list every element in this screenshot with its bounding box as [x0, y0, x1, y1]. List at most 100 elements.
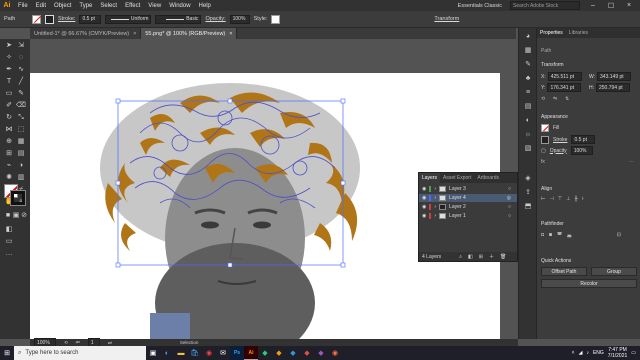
stroke-label[interactable]: Stroke — [553, 137, 567, 143]
new-layer-icon[interactable]: ＋ — [489, 253, 494, 260]
last-artboard-icon[interactable]: ⏭ — [108, 340, 112, 345]
store-icon[interactable]: 🛍 — [188, 346, 202, 360]
offset-path-button[interactable]: Offset Path — [541, 267, 587, 276]
fill-swatch[interactable] — [541, 124, 549, 132]
rotate-view-icon[interactable]: ⟲ — [64, 340, 68, 346]
draw-mode-icon[interactable]: ◧ — [4, 225, 14, 235]
clock[interactable]: 7:47 PM 7/1/2021 — [608, 347, 627, 359]
artboards-panel-icon[interactable]: ⬒ — [523, 202, 533, 212]
stroke-panel-icon[interactable]: ≡ — [523, 88, 533, 98]
target-icon[interactable]: ○ — [508, 186, 511, 192]
layer-name[interactable]: Layer 2 — [449, 204, 466, 210]
mesh-tool-icon[interactable]: ⊞ — [4, 149, 14, 159]
variable-width-profile[interactable]: Uniform — [105, 14, 152, 24]
taskbar-search[interactable]: ⌕ Type here to search — [14, 346, 146, 360]
direct-selection-tool-icon[interactable]: ⇲ — [16, 41, 26, 51]
app-icon-2[interactable]: ◆ — [272, 346, 286, 360]
menu-view[interactable]: View — [144, 3, 165, 9]
workspace-switcher[interactable]: Essentials Classic — [458, 3, 502, 9]
symbol-sprayer-icon[interactable]: ✺ — [4, 173, 14, 183]
fill-swatch[interactable] — [32, 14, 42, 24]
layer-name[interactable]: Layer 1 — [449, 213, 466, 219]
stroke-label[interactable]: Stroke: — [58, 16, 75, 22]
menu-select[interactable]: Select — [96, 3, 121, 9]
pen-tool-icon[interactable]: ✒ — [4, 65, 14, 75]
flip-horizontal-icon[interactable]: ⇋ — [553, 96, 557, 102]
align-bottom-icon[interactable]: ⊦ — [582, 196, 585, 202]
volume-icon[interactable]: ♪ — [586, 350, 589, 356]
eyedropper-icon[interactable]: ⌁ — [4, 161, 14, 171]
fill-row[interactable]: Fill — [541, 124, 559, 132]
task-view-icon[interactable]: ▣ — [146, 346, 160, 360]
first-artboard-icon[interactable]: ⏮ — [76, 340, 80, 345]
selection-tool-icon[interactable]: ➤ — [4, 41, 14, 51]
opacity-label[interactable]: Opacity — [550, 148, 567, 154]
visibility-icon[interactable]: ◉ — [422, 204, 426, 210]
layer-row[interactable]: ◉ › Layer 1 ○ — [419, 212, 517, 220]
expand-chevron-icon[interactable]: › — [434, 204, 436, 210]
tab-close-icon[interactable]: × — [133, 31, 136, 37]
opacity-label[interactable]: Opacity: — [205, 16, 225, 22]
target-icon[interactable]: ○ — [508, 204, 511, 210]
unite-icon[interactable]: ◘ — [541, 232, 544, 238]
delete-layer-icon[interactable]: 🗑 — [500, 254, 506, 260]
edge-icon[interactable]: ◐ — [160, 346, 174, 360]
appearance-panel-icon[interactable]: ☼ — [523, 130, 533, 140]
visibility-icon[interactable]: ◉ — [422, 186, 426, 192]
transparency-panel-icon[interactable]: ◐ — [523, 116, 533, 126]
chrome-icon[interactable]: ◉ — [202, 346, 216, 360]
fx-icon[interactable]: fx — [541, 159, 545, 165]
notifications-icon[interactable]: ▭ — [631, 350, 636, 356]
none-mode-icon[interactable]: ⊘ — [19, 211, 29, 221]
lasso-icon[interactable]: ◌ — [16, 53, 26, 63]
stroke-swatch[interactable] — [45, 14, 54, 24]
visibility-icon[interactable]: ◉ — [422, 195, 426, 201]
align-right-icon[interactable]: ⊤ — [558, 196, 562, 202]
graphic-styles-panel-icon[interactable]: ▧ — [523, 144, 533, 154]
paintbrush-icon[interactable]: ✎ — [16, 89, 26, 99]
align-left-icon[interactable]: ⊢ — [541, 196, 545, 202]
color-panel-icon[interactable]: ◕ — [523, 32, 533, 42]
intersect-icon[interactable]: ◚ — [557, 232, 562, 238]
menu-edit[interactable]: Edit — [32, 3, 50, 9]
menu-effect[interactable]: Effect — [121, 3, 144, 9]
blend-tool-icon[interactable]: ◑ — [16, 161, 26, 171]
scale-tool-icon[interactable]: ⤡ — [16, 113, 26, 123]
shape-builder-icon[interactable]: ⊕ — [4, 137, 14, 147]
file-explorer-icon[interactable]: ▬ — [174, 346, 188, 360]
layer-name[interactable]: Layer 4 — [449, 195, 466, 201]
network-icon[interactable]: ◢ — [579, 350, 583, 356]
layer-row[interactable]: ◉ › Layer 2 ○ — [419, 203, 517, 211]
swatches-panel-icon[interactable]: ▦ — [523, 46, 533, 56]
gradient-panel-icon[interactable]: ▤ — [523, 102, 533, 112]
input-language[interactable]: ENG — [593, 350, 604, 356]
graph-tool-icon[interactable]: ▥ — [16, 173, 26, 183]
perspective-grid-icon[interactable]: ▦ — [16, 137, 26, 147]
stock-search-input[interactable]: Search Adobe Stock — [510, 1, 580, 10]
exclude-icon[interactable]: ◛ — [567, 232, 572, 238]
curvature-tool-icon[interactable]: ∿ — [16, 65, 26, 75]
app-icon-1[interactable]: ◆ — [258, 346, 272, 360]
minus-front-icon[interactable]: ◙ — [549, 232, 552, 238]
screen-mode-icon[interactable]: ▭ — [4, 237, 14, 247]
rotate-icon[interactable]: ⟲ — [541, 96, 545, 102]
menu-object[interactable]: Object — [50, 3, 75, 9]
menu-window[interactable]: Window — [165, 3, 194, 9]
group-button[interactable]: Group — [591, 267, 637, 276]
photoshop-icon[interactable]: Ps — [230, 346, 244, 360]
align-hcenter-icon[interactable]: ⊣ — [549, 196, 553, 202]
tab-untitled[interactable]: Untitled-1* @ 66.67% (CMYK/Preview) × — [30, 28, 142, 39]
tab-asset-export[interactable]: Asset Export — [440, 173, 474, 183]
app-icon-4[interactable]: ◆ — [300, 346, 314, 360]
transform-link[interactable]: Transform — [434, 16, 459, 22]
symbols-panel-icon[interactable]: ♣ — [523, 74, 533, 84]
tab-artboards[interactable]: Artboards — [474, 173, 502, 183]
clipping-mask-icon[interactable]: ◧ — [468, 254, 473, 260]
menu-type[interactable]: Type — [75, 3, 96, 9]
tab-libraries[interactable]: Libraries — [569, 30, 588, 36]
opacity-field[interactable]: 100% — [229, 14, 250, 24]
y-field[interactable]: Y: 176.341 pt — [541, 83, 582, 92]
maximize-icon[interactable]: ☐ — [606, 2, 616, 10]
stroke-row[interactable]: Stroke 0.5 pt — [541, 135, 596, 144]
menu-file[interactable]: File — [14, 3, 32, 9]
